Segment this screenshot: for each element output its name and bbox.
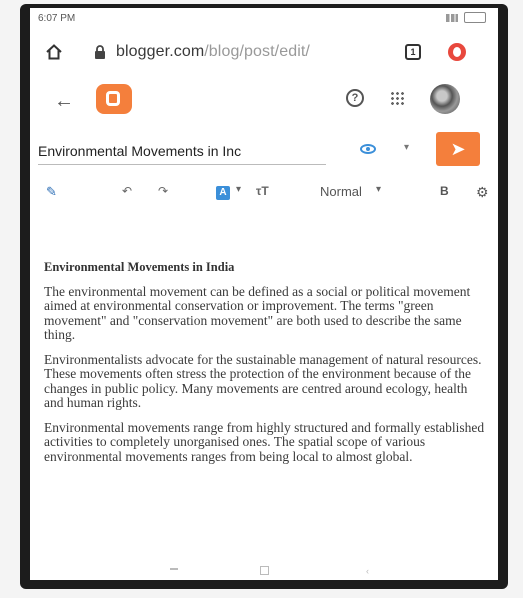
post-body-editor[interactable]: Environmental Movements in India The env… xyxy=(44,260,490,474)
status-time: 6:07 PM xyxy=(38,13,76,24)
url-domain: blogger.com xyxy=(116,43,205,60)
system-icons xyxy=(446,12,486,23)
nav-back-icon[interactable] xyxy=(170,568,178,570)
redo-icon[interactable]: ↷ xyxy=(158,184,168,198)
post-paragraph: The environmental movement can be define… xyxy=(44,283,471,342)
post-title-input[interactable] xyxy=(38,138,326,165)
phone-screen: 6:07 PM blogger.com/blog/post/edit/ 1 ← … xyxy=(30,8,498,580)
url-text[interactable]: blogger.com/blog/post/edit/ xyxy=(116,43,310,61)
post-paragraph: Environmental movements range from highl… xyxy=(44,419,485,464)
avatar[interactable] xyxy=(430,84,460,114)
font-color-icon[interactable]: A xyxy=(216,186,230,200)
gear-icon[interactable]: ⚙ xyxy=(476,184,489,201)
bold-button[interactable]: B xyxy=(440,184,449,198)
editor-toolbar: ✎ ↶ ↷ A ▾ τT Normal ▾ B ⚙ xyxy=(30,178,498,208)
chevron-down-icon[interactable]: ▾ xyxy=(376,184,381,195)
url-path: /blog/post/edit/ xyxy=(204,43,310,60)
opera-menu-icon[interactable] xyxy=(448,43,466,61)
undo-icon[interactable]: ↶ xyxy=(122,184,132,198)
nav-recent-icon[interactable]: ‹ xyxy=(366,566,369,576)
blogger-logo-icon[interactable] xyxy=(96,84,132,114)
status-bar: 6:07 PM xyxy=(30,8,498,30)
post-heading: Environmental Movements in India xyxy=(44,260,235,274)
post-paragraph: Environmentalists advocate for the susta… xyxy=(44,351,482,410)
chevron-down-icon[interactable]: ▾ xyxy=(236,184,241,195)
blogger-header: ← ? xyxy=(30,78,498,126)
browser-url-bar: blogger.com/blog/post/edit/ 1 xyxy=(30,34,498,74)
paragraph-style-dropdown[interactable]: Normal xyxy=(320,184,362,199)
preview-eye-icon[interactable] xyxy=(360,144,376,154)
home-icon[interactable] xyxy=(46,44,62,60)
chevron-down-icon[interactable]: ▾ xyxy=(404,142,409,153)
nav-home-icon[interactable] xyxy=(260,566,269,575)
lock-icon xyxy=(95,45,105,59)
post-title-row: ▾ ➤ xyxy=(30,128,498,174)
back-arrow-icon[interactable]: ← xyxy=(54,90,74,113)
tabs-count-icon[interactable]: 1 xyxy=(405,44,421,60)
help-icon[interactable]: ? xyxy=(346,89,364,107)
signal-icon xyxy=(446,13,458,22)
battery-icon xyxy=(464,12,486,23)
pencil-icon[interactable]: ✎ xyxy=(46,184,57,200)
apps-grid-icon[interactable] xyxy=(390,91,404,105)
publish-button[interactable]: ➤ xyxy=(436,132,480,166)
android-nav-bar: ‹ xyxy=(30,566,498,580)
text-size-icon[interactable]: τT xyxy=(256,184,269,198)
